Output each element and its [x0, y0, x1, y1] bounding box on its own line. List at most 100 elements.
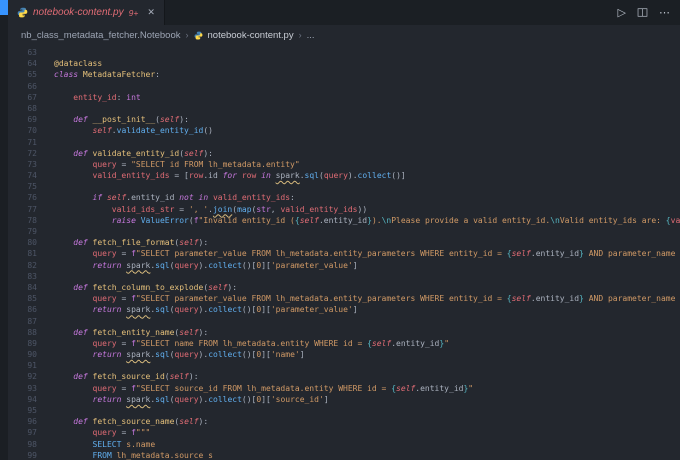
code-line[interactable]: @dataclass [54, 58, 680, 69]
code-line[interactable]: if self.entity_id not in valid_entity_id… [54, 192, 680, 203]
code-token: collect [208, 394, 242, 404]
line-number: 99 [27, 450, 37, 460]
code-line[interactable] [54, 271, 680, 282]
code-line[interactable]: def validate_entity_id(self): [54, 148, 680, 159]
code-line[interactable]: return spark.sql(query).collect()[0]['pa… [54, 260, 680, 271]
code-token: ] [299, 350, 305, 360]
line-number: 83 [27, 271, 37, 281]
code-token: \n [550, 215, 560, 225]
code-token: fetch_column_to_explode [92, 282, 204, 292]
code-token: self [371, 338, 392, 348]
code-token: ] [352, 260, 358, 270]
code-token: AND parameter_name = 'colu [588, 294, 676, 304]
split-editor-icon[interactable] [637, 7, 648, 18]
code-token: valid_ids_str [111, 204, 175, 214]
code-line[interactable]: FROM lh_metadata.source s [54, 450, 680, 460]
code-token: self [511, 249, 531, 259]
code-token: query [174, 305, 199, 315]
code-line[interactable] [54, 405, 680, 416]
code-token: ). [198, 260, 209, 270]
gutter: 63 64 65 66 67 68 69 70 71 72 73 74 75 76 77 78 79 80 81 82… [8, 47, 44, 460]
code-line[interactable] [54, 181, 680, 192]
code-token: self [169, 372, 189, 382]
code-token: ()[ [241, 260, 257, 270]
code-line[interactable]: def __post_init__(self): [54, 114, 680, 125]
more-actions-icon[interactable]: ⋯ [659, 6, 670, 19]
code-token: row [188, 171, 204, 181]
code-token: ). [198, 305, 209, 315]
code-line[interactable]: def fetch_entity_name(self): [54, 327, 680, 338]
code-line[interactable]: SELECT s.name [54, 439, 680, 450]
code-line[interactable] [54, 360, 680, 371]
code-token: : [155, 70, 160, 80]
line-number: 80 [27, 238, 37, 248]
code-token: join [212, 204, 233, 214]
code-line[interactable] [54, 316, 680, 327]
code-line[interactable]: query = f"SELECT source_id FROM lh_metad… [54, 383, 680, 394]
code-line[interactable]: query = f""" [54, 427, 680, 438]
editor-actions: ▷ ⋯ [618, 0, 680, 25]
code-line[interactable]: return spark.sql(query).collect()[0]['pa… [54, 304, 680, 315]
code-token: AND parameter_name = 'sink [588, 249, 676, 259]
code-token: def [73, 417, 93, 427]
code-line[interactable]: entity_id: int [54, 92, 680, 103]
code-token: return [92, 394, 127, 404]
python-icon [194, 31, 203, 40]
line-number: 94 [27, 394, 37, 404]
code-token: def [73, 148, 93, 158]
code-token: sql [304, 171, 319, 181]
code-line[interactable]: raise ValueError(f"Invalid entity_id ({s… [54, 215, 680, 226]
breadcrumb-symbol[interactable]: ... [307, 30, 315, 41]
code-line[interactable]: query = f"SELECT parameter_value FROM lh… [54, 293, 680, 304]
code-line[interactable] [54, 226, 680, 237]
code-line[interactable]: query = f"SELECT name FROM lh_metadata.e… [54, 338, 680, 349]
code-line[interactable]: query = f"SELECT parameter_value FROM lh… [54, 248, 680, 259]
code-line[interactable]: valid_entity_ids = [row.id for row in sp… [54, 170, 680, 181]
code-token: ): [198, 238, 209, 248]
code-token: query [92, 159, 117, 169]
code-line[interactable]: def fetch_file_format(self): [54, 237, 680, 248]
code-line[interactable]: self.validate_entity_id() [54, 125, 680, 136]
code-token: SELECT [92, 439, 122, 449]
run-button[interactable]: ▷ [618, 6, 626, 19]
code-line[interactable] [54, 103, 680, 114]
code-line[interactable]: def fetch_column_to_explode(self): [54, 282, 680, 293]
code-token: self [511, 294, 531, 304]
code-token: @dataclass [54, 59, 103, 69]
code-token: .entity_id [126, 193, 180, 203]
line-number: 96 [27, 417, 37, 427]
code-token: lh_metadata.source s [111, 450, 213, 460]
close-icon[interactable]: ✕ [147, 7, 155, 18]
code-line[interactable] [54, 81, 680, 92]
code-token: : [290, 193, 295, 203]
code-line[interactable]: valid_ids_str = ', '.join(map(str, valid… [54, 204, 680, 215]
code-line[interactable]: return spark.sql(query).collect()[0]['na… [54, 349, 680, 360]
code-line[interactable] [54, 47, 680, 58]
code-token: ): [203, 148, 213, 158]
code-line[interactable]: def fetch_source_id(self): [54, 371, 680, 382]
code-line[interactable]: def fetch_source_name(self): [54, 416, 680, 427]
editor[interactable]: 63 64 65 66 67 68 69 70 71 72 73 74 75 76 77 78 79 80 81 82… [8, 45, 680, 460]
code-token: = [116, 383, 132, 393]
code-line[interactable]: class MetadataFetcher: [54, 69, 680, 80]
code-token: = [116, 294, 132, 304]
python-icon [17, 7, 28, 18]
code-token: query [92, 249, 117, 259]
code-line[interactable] [54, 137, 680, 148]
breadcrumb-file[interactable]: notebook-content.py [208, 30, 294, 41]
code-token: for [222, 171, 238, 181]
code-token: query [92, 338, 117, 348]
code-line[interactable]: query = "SELECT id FROM lh_metadata.enti… [54, 159, 680, 170]
code-area[interactable]: @dataclass class MetadataFetcher: entity_… [44, 47, 680, 460]
code-line[interactable]: return spark.sql(query).collect()[0]['so… [54, 394, 680, 405]
code-token: not in [179, 193, 209, 203]
breadcrumb-notebook[interactable]: nb_class_metadata_fetcher.Notebook [21, 30, 181, 41]
tab-notebook-content[interactable]: notebook-content.py 9+ ✕ [8, 0, 165, 25]
code-token: , [270, 204, 281, 214]
